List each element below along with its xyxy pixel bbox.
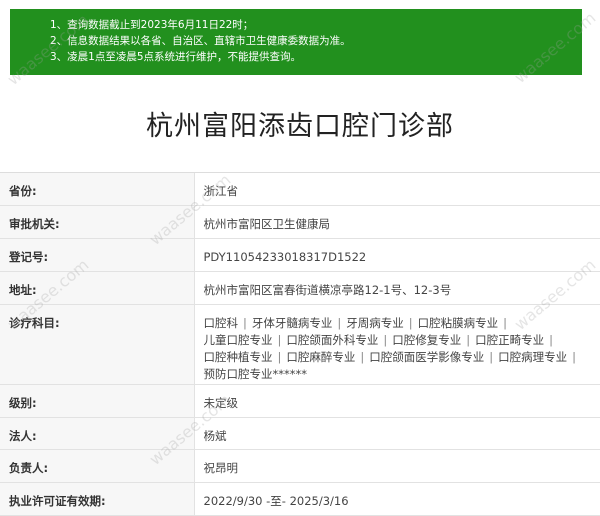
subjects-list: 口腔科 | 牙体牙髓病专业 | 牙周病专业 | 口腔粘膜病专业 | 儿童口腔专业 | 口腔颌面外科专…: [204, 315, 587, 383]
table-row: 执业许可证有效期: 2022/9/30 -至- 2025/3/16: [0, 482, 600, 516]
subject-item: 口腔粘膜病专业: [417, 315, 499, 330]
separator: |: [337, 315, 342, 330]
separator: |: [277, 332, 282, 347]
separator: |: [408, 315, 413, 330]
row-value: PDY11054233018317D1522: [194, 238, 600, 272]
subject-item: 牙体牙髓病专业: [251, 315, 333, 330]
row-label: 地址:: [0, 271, 195, 305]
row-value: 2022/9/30 -至- 2025/3/16: [194, 482, 600, 516]
subject-item: 预防口腔专业******: [203, 366, 308, 381]
subject-item: 口腔颌面外科专业: [286, 332, 379, 347]
separator: |: [360, 349, 365, 364]
subject-item: 口腔病理专业: [498, 349, 568, 364]
subject-item: 口腔修复专业: [392, 332, 462, 347]
row-label: 省份:: [0, 173, 195, 206]
row-label: 级别:: [0, 384, 195, 418]
table-row: 负责人: 祝昂明: [0, 449, 600, 483]
row-value: 杭州市富阳区卫生健康局: [194, 205, 600, 239]
table-row: 登记号: PDY11054233018317D1522: [0, 238, 600, 272]
row-label: 登记号:: [0, 238, 195, 272]
separator: |: [549, 332, 553, 347]
subject-item: 口腔正畸专业: [475, 332, 545, 347]
separator: |: [277, 349, 282, 364]
table-row: 级别: 未定级: [0, 384, 600, 418]
separator: |: [572, 349, 576, 364]
row-value: 浙江省: [194, 173, 600, 206]
notice-line-2: 2、信息数据结果以各省、自治区、直辖市卫生健康委数据为准。: [50, 35, 351, 47]
row-value: 口腔科 | 牙体牙髓病专业 | 牙周病专业 | 口腔粘膜病专业 | 儿童口腔专业 | 口腔颌面外科专…: [194, 304, 600, 385]
subject-item: 儿童口腔专业: [203, 332, 273, 347]
separator: |: [489, 349, 494, 364]
table-row: 审批机关: 杭州市富阳区卫生健康局: [0, 205, 600, 239]
table-row: 诊疗科目: 口腔科 | 牙体牙髓病专业 | 牙周病专业 | 口腔粘膜病专业 |儿童口腔专业 | 口…: [0, 304, 600, 385]
separator: |: [383, 332, 388, 347]
row-value: 杨斌: [194, 417, 600, 450]
table-row: 法人: 杨斌: [0, 417, 600, 450]
table-row: 地址: 杭州市富阳区富春街道横凉亭路12-1号、12-3号: [0, 271, 600, 305]
separator: |: [503, 315, 507, 330]
row-label: 诊疗科目:: [0, 304, 195, 385]
info-table: 省份: 浙江省 审批机关: 杭州市富阳区卫生健康局 登记号: PDY110542…: [0, 173, 600, 516]
page-title: 杭州富阳添齿口腔门诊部: [146, 111, 454, 142]
separator: |: [466, 332, 471, 347]
row-label: 负责人:: [0, 449, 195, 483]
notice-line-1: 1、查询数据截止到2023年6月11日22时；: [50, 19, 254, 31]
row-value: 祝昂明: [194, 449, 600, 483]
separator: |: [243, 315, 247, 330]
table-row: 省份: 浙江省: [0, 173, 600, 206]
row-label: 审批机关:: [0, 205, 195, 239]
notice-line-3: 3、凌晨1点至凌晨5点系统进行维护，不能提供查询。: [50, 51, 302, 63]
row-value: 未定级: [194, 384, 600, 418]
subject-item: 口腔种植专业: [203, 349, 273, 364]
row-value: 杭州市富阳区富春街道横凉亭路12-1号、12-3号: [194, 271, 600, 305]
notice-banner: 1、查询数据截止到2023年6月11日22时； 2、信息数据结果以各省、自治区、…: [10, 9, 582, 75]
row-label: 法人:: [0, 417, 195, 450]
subject-item: 口腔颌面医学影像专业: [369, 349, 485, 364]
row-label: 执业许可证有效期:: [0, 482, 195, 516]
subject-item: 牙周病专业: [346, 315, 404, 330]
subject-item: 口腔科: [203, 315, 239, 330]
subject-item: 口腔麻醉专业: [286, 349, 356, 364]
